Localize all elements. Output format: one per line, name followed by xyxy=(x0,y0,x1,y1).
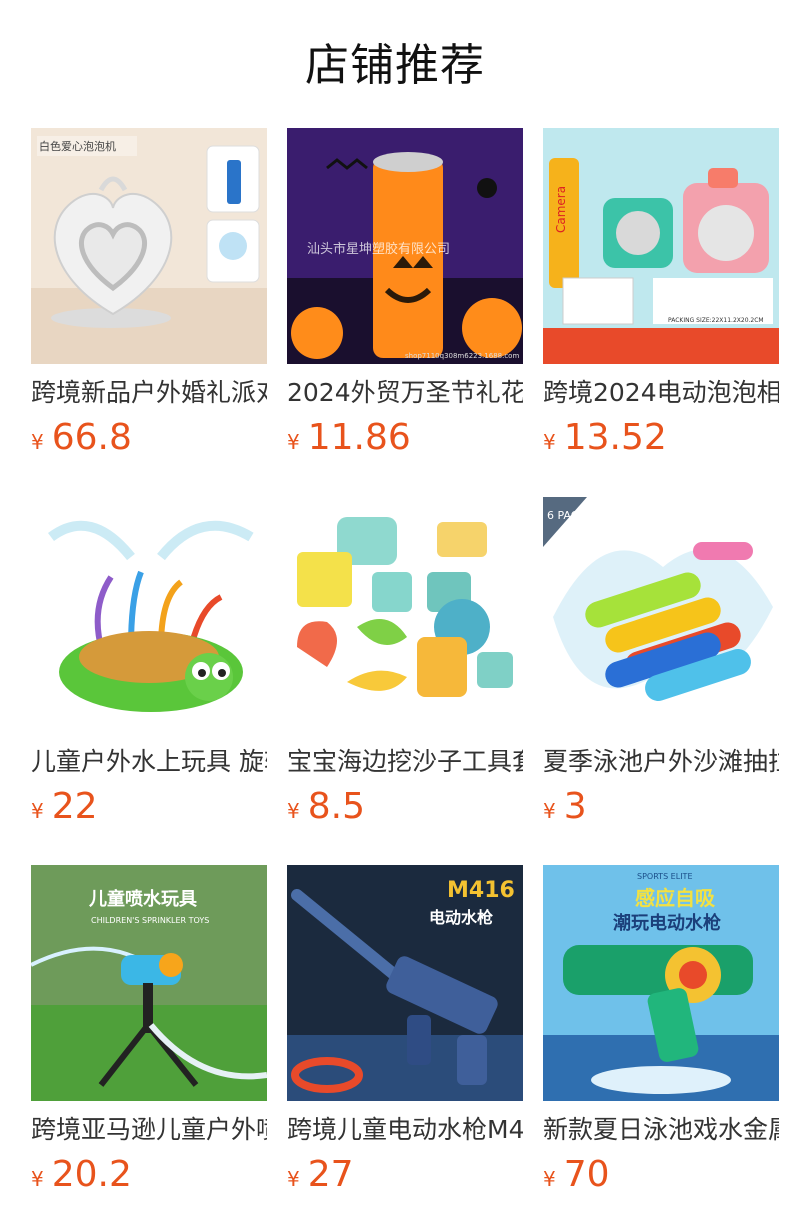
model-text: M416 xyxy=(447,878,515,903)
price-value: 20.2 xyxy=(51,1154,132,1195)
image-brand-text: Camera xyxy=(554,186,568,233)
brand-text: SPORTS ELITE xyxy=(637,872,693,881)
product-card[interactable]: 儿童喷水玩具 CHILDREN'S SPRINKLER TOYS 跨境亚马逊儿童… xyxy=(31,865,267,1195)
product-grid: 白色爱心泡泡机 跨境新品户外婚礼派对 ¥66.8 汕头市星坤塑胶有限公司 sho… xyxy=(0,0,790,1232)
product-name[interactable]: 跨境2024电动泡泡相机 xyxy=(543,376,779,410)
product-name[interactable]: 夏季泳池户外沙滩抽拉 xyxy=(543,745,779,779)
image-subheadline-text: CHILDREN'S SPRINKLER TOYS xyxy=(91,916,209,925)
image-pack-text: PACKING SIZE:22X11.2X20.2CM xyxy=(668,317,764,324)
product-name[interactable]: 宝宝海边挖沙子工具套装 xyxy=(287,745,523,779)
product-name[interactable]: 新款夏日泳池戏水金属 xyxy=(543,1113,779,1147)
currency-symbol: ¥ xyxy=(543,799,556,823)
currency-symbol: ¥ xyxy=(287,799,300,823)
image-headline-text: 电动水枪 xyxy=(429,908,493,927)
price-value: 8.5 xyxy=(307,786,365,827)
currency-symbol: ¥ xyxy=(31,1167,44,1191)
currency-symbol: ¥ xyxy=(31,799,44,823)
currency-symbol: ¥ xyxy=(543,430,556,454)
product-image[interactable]: 儿童喷水玩具 CHILDREN'S SPRINKLER TOYS xyxy=(31,865,267,1101)
price-value: 3 xyxy=(563,786,587,827)
currency-symbol: ¥ xyxy=(31,430,44,454)
product-name[interactable]: 儿童户外水上玩具 旋转 xyxy=(31,745,267,779)
image-url-text: shop7110q308m6223.1688.com xyxy=(405,352,519,360)
price-value: 13.52 xyxy=(563,417,667,458)
currency-symbol: ¥ xyxy=(543,1167,556,1191)
product-card[interactable]: M416 电动水枪 跨境儿童电动水枪M416 ¥27 xyxy=(287,865,523,1195)
image-headline-text: 感应自吸 xyxy=(635,886,716,910)
product-image[interactable]: 白色爱心泡泡机 xyxy=(31,128,267,364)
product-price: ¥22 xyxy=(31,785,98,829)
product-price: ¥70 xyxy=(543,1153,610,1197)
product-name[interactable]: 跨境儿童电动水枪M416 xyxy=(287,1113,523,1147)
product-card[interactable]: 汕头市星坤塑胶有限公司 shop7110q308m6223.1688.com 2… xyxy=(287,128,523,458)
product-price: ¥13.52 xyxy=(543,416,667,460)
product-name[interactable]: 跨境亚马逊儿童户外喷水 xyxy=(31,1113,267,1147)
product-price: ¥66.8 xyxy=(31,416,132,460)
product-image[interactable] xyxy=(31,497,267,733)
product-card[interactable]: 儿童户外水上玩具 旋转 ¥22 xyxy=(31,497,267,827)
product-card[interactable]: Camera PACKING SIZE:22X11.2X20.2CM 跨境202… xyxy=(543,128,779,458)
price-value: 70 xyxy=(563,1154,610,1195)
price-value: 22 xyxy=(51,786,98,827)
price-value: 27 xyxy=(307,1154,354,1195)
product-price: ¥8.5 xyxy=(287,785,365,829)
pack-badge-text: 6 PACK xyxy=(547,509,586,522)
product-image[interactable]: Camera PACKING SIZE:22X11.2X20.2CM xyxy=(543,128,779,364)
price-value: 11.86 xyxy=(307,417,411,458)
product-card[interactable]: 白色爱心泡泡机 跨境新品户外婚礼派对 ¥66.8 xyxy=(31,128,267,458)
product-name[interactable]: 跨境新品户外婚礼派对 xyxy=(31,376,267,410)
product-price: ¥3 xyxy=(543,785,587,829)
price-value: 66.8 xyxy=(51,417,132,458)
product-image[interactable]: SPORTS ELITE 感应自吸 潮玩电动水枪 xyxy=(543,865,779,1101)
product-name[interactable]: 2024外贸万圣节礼花 xyxy=(287,376,523,410)
product-image[interactable] xyxy=(287,497,523,733)
currency-symbol: ¥ xyxy=(287,430,300,454)
product-price: ¥11.86 xyxy=(287,416,411,460)
product-image[interactable]: 6 PACK xyxy=(543,497,779,733)
currency-symbol: ¥ xyxy=(287,1167,300,1191)
image-headline-text: 儿童喷水玩具 xyxy=(88,888,197,910)
product-price: ¥20.2 xyxy=(31,1153,132,1197)
image-caption-text: 白色爱心泡泡机 xyxy=(39,139,116,153)
product-price: ¥27 xyxy=(287,1153,354,1197)
image-watermark-text: 汕头市星坤塑胶有限公司 xyxy=(307,241,450,257)
product-card[interactable]: SPORTS ELITE 感应自吸 潮玩电动水枪 新款夏日泳池戏水金属 ¥70 xyxy=(543,865,779,1195)
product-card[interactable]: 6 PACK 夏季泳池户外沙滩抽拉 ¥3 xyxy=(543,497,779,827)
product-image[interactable]: 汕头市星坤塑胶有限公司 shop7110q308m6223.1688.com xyxy=(287,128,523,364)
image-subheadline-text: 潮玩电动水枪 xyxy=(613,912,721,934)
product-card[interactable]: 宝宝海边挖沙子工具套装 ¥8.5 xyxy=(287,497,523,827)
product-image[interactable]: M416 电动水枪 xyxy=(287,865,523,1101)
